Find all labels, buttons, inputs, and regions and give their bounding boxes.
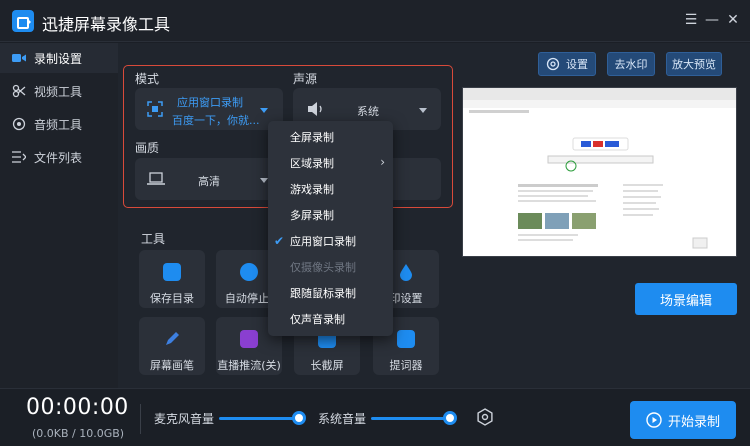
recording-preview [462, 87, 737, 257]
quality-value: 高清 [198, 175, 220, 188]
folder-download-icon [163, 263, 181, 281]
watermark-drop-icon [400, 264, 412, 281]
settings-button[interactable]: 设置 [538, 52, 596, 76]
browser-preview-image [463, 88, 736, 249]
sidebar-item-label: 音频工具 [34, 117, 83, 132]
gear-icon [546, 57, 560, 71]
audio-source-label: 声源 [293, 72, 318, 86]
divider [140, 404, 141, 434]
start-recording-button[interactable]: 开始录制 [630, 401, 736, 439]
video-camera-icon [12, 51, 26, 65]
live-tv-icon [240, 330, 258, 348]
menu-item-region-record[interactable]: 区域录制 › [268, 151, 393, 175]
laptop-icon [147, 172, 165, 185]
audio-source-value: 系统 [357, 105, 379, 118]
sidebar-item-label: 视频工具 [34, 84, 83, 99]
checkmark-icon: ✔ [274, 234, 285, 248]
audio-tools-icon [12, 117, 26, 131]
zoom-preview-button[interactable]: 放大预览 [666, 52, 722, 76]
sidebar-item-record-settings[interactable]: 录制设置 [0, 43, 118, 73]
teleprompter-icon [397, 330, 415, 348]
scene-edit-button[interactable]: 场景编辑 [635, 283, 737, 315]
recording-timer: 00:00:00 [26, 395, 129, 420]
sidebar-item-audio-tools[interactable]: 音频工具 [0, 109, 118, 139]
chevron-down-icon [419, 108, 427, 113]
remove-watermark-button[interactable]: 去水印 [607, 52, 655, 76]
play-circle-icon [646, 412, 662, 428]
auto-stop-icon [240, 263, 258, 281]
close-icon[interactable]: ✕ [724, 11, 742, 29]
app-title: 迅捷屏幕录像工具 [42, 15, 171, 34]
menu-item-game-record[interactable]: 游戏录制 [268, 177, 393, 201]
system-volume-knob[interactable] [443, 411, 457, 425]
quality-label: 画质 [135, 141, 160, 155]
menu-item-follow-mouse-record[interactable]: 跟随鼠标录制 [268, 281, 393, 305]
video-tools-icon [12, 84, 26, 98]
quality-select[interactable]: 高清 [135, 158, 283, 200]
menu-item-app-window-record[interactable]: ✔ 应用窗口录制 [268, 229, 393, 253]
sidebar-item-video-tools[interactable]: 视频工具 [0, 76, 118, 106]
system-volume-track[interactable] [371, 417, 449, 420]
pen-icon [166, 332, 179, 345]
title-bar: 迅捷屏幕录像工具 ☰ — ✕ [0, 0, 750, 42]
tool-save-directory[interactable]: 保存目录 [139, 250, 205, 308]
menu-item-audio-only-record[interactable]: 仅声音录制 [268, 307, 393, 331]
menu-item-multiscreen-record[interactable]: 多屏录制 [268, 203, 393, 227]
sidebar-item-label: 录制设置 [34, 51, 83, 66]
menu-item-camera-only-record: 仅摄像头录制 [290, 261, 356, 274]
sidebar-item-label: 文件列表 [34, 150, 83, 165]
file-list-icon [12, 150, 26, 164]
system-volume-label: 系统音量 [318, 412, 367, 426]
file-size-readout: (0.0KB / 10.0GB) [32, 427, 125, 440]
tool-screen-pen[interactable]: 屏幕画笔 [139, 317, 205, 375]
mic-volume-label: 麦克风音量 [154, 412, 215, 426]
app-logo-icon [12, 10, 34, 32]
chevron-down-icon [260, 178, 268, 183]
sidebar: 录制设置 视频工具 音频工具 文件列表 [0, 43, 118, 388]
window-capture-icon [147, 101, 163, 117]
mode-window-name: 百度一下，你就... [172, 114, 260, 127]
mode-value: 应用窗口录制 [177, 96, 243, 109]
mic-volume-knob[interactable] [292, 411, 306, 425]
audio-settings-gear-icon[interactable] [476, 408, 494, 426]
menu-item-fullscreen-record[interactable]: 全屏录制 [268, 125, 393, 149]
mic-volume-track[interactable] [219, 417, 299, 420]
sidebar-item-file-list[interactable]: 文件列表 [0, 142, 118, 172]
chevron-right-icon: › [380, 155, 385, 169]
mode-select[interactable]: 应用窗口录制 百度一下，你就... [135, 88, 283, 130]
mode-dropdown-menu: 全屏录制 区域录制 › 游戏录制 多屏录制 ✔ 应用窗口录制 仅摄像头录制 跟随… [268, 121, 393, 336]
minimize-icon[interactable]: — [703, 11, 721, 29]
chevron-down-icon [260, 108, 268, 113]
speaker-icon [308, 102, 322, 116]
menu-icon[interactable]: ☰ [682, 11, 700, 29]
mode-label: 模式 [135, 72, 160, 86]
tools-section-label: 工具 [141, 232, 166, 246]
